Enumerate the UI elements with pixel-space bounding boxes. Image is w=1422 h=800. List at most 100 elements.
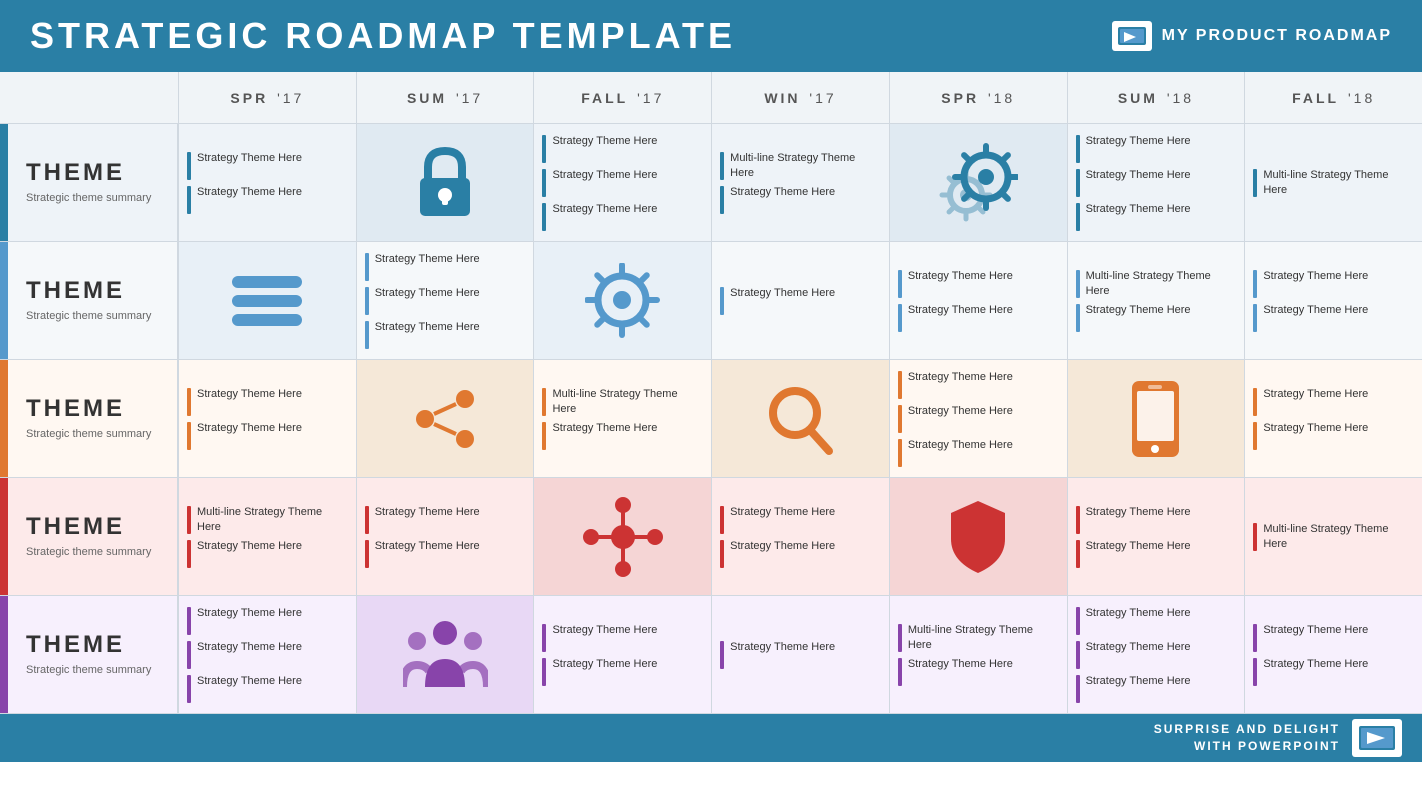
bullet-list-3-5: Strategy Theme HereStrategy Theme Here bbox=[1076, 505, 1237, 568]
bullet-text: Multi-line Strategy Theme Here bbox=[1263, 168, 1414, 198]
row-accent-3 bbox=[0, 478, 8, 595]
bullet-item: Strategy Theme Here bbox=[1076, 640, 1237, 669]
bullet-bar bbox=[1253, 304, 1257, 332]
bullet-text: Strategy Theme Here bbox=[197, 640, 302, 655]
bullet-bar bbox=[542, 422, 546, 450]
bullet-bar bbox=[365, 506, 369, 534]
grid-row-4: THEMEStrategic theme summaryStrategy The… bbox=[0, 596, 1422, 714]
bullet-text: Strategy Theme Here bbox=[552, 623, 657, 638]
bullet-item: Strategy Theme Here bbox=[187, 421, 348, 450]
grid-cell-0-2: Strategy Theme HereStrategy Theme HereSt… bbox=[533, 124, 711, 241]
bullet-item: Strategy Theme Here bbox=[187, 674, 348, 703]
col-header-sum18: SUM '18 bbox=[1067, 72, 1245, 123]
row-label-0: THEMEStrategic theme summary bbox=[0, 124, 178, 241]
bullet-text: Strategy Theme Here bbox=[1086, 202, 1191, 217]
bullet-text: Strategy Theme Here bbox=[730, 505, 835, 520]
bullet-bar bbox=[1253, 624, 1257, 652]
bullet-item: Strategy Theme Here bbox=[542, 623, 703, 652]
grid-row-3: THEMEStrategic theme summaryMulti-line S… bbox=[0, 478, 1422, 596]
brand-label: MY PRODUCT ROADMAP bbox=[1162, 27, 1392, 45]
bullet-item: Strategy Theme Here bbox=[542, 168, 703, 197]
grid-cell-3-6: Multi-line Strategy Theme Here bbox=[1244, 478, 1422, 595]
bullet-bar bbox=[720, 287, 724, 315]
grid-row-2: THEMEStrategic theme summaryStrategy The… bbox=[0, 360, 1422, 478]
bullet-text: Strategy Theme Here bbox=[908, 438, 1013, 453]
bullet-item: Strategy Theme Here bbox=[1253, 657, 1414, 686]
bullet-bar bbox=[365, 540, 369, 568]
grid-row-1: THEMEStrategic theme summary Strategy Th… bbox=[0, 242, 1422, 360]
bullet-text: Multi-line Strategy Theme Here bbox=[730, 151, 881, 181]
grid-cell-1-3: Strategy Theme Here bbox=[711, 242, 889, 359]
bullet-bar bbox=[187, 540, 191, 568]
bullet-text: Strategy Theme Here bbox=[197, 539, 302, 554]
bullet-bar bbox=[1253, 523, 1257, 551]
bullet-text: Strategy Theme Here bbox=[1263, 421, 1368, 436]
icon-share-wrapper bbox=[365, 368, 526, 469]
grid-cell-3-2 bbox=[533, 478, 711, 595]
bullet-bar bbox=[1253, 422, 1257, 450]
bullet-item: Strategy Theme Here bbox=[365, 252, 526, 281]
bullet-item: Strategy Theme Here bbox=[720, 185, 881, 214]
bullet-text: Strategy Theme Here bbox=[197, 387, 302, 402]
bullet-list-3-6: Multi-line Strategy Theme Here bbox=[1253, 522, 1414, 552]
bullet-text: Strategy Theme Here bbox=[552, 202, 657, 217]
bullet-item: Strategy Theme Here bbox=[1076, 168, 1237, 197]
bullet-item: Strategy Theme Here bbox=[720, 286, 881, 315]
bullet-item: Strategy Theme Here bbox=[542, 202, 703, 231]
grid-cell-0-3: Multi-line Strategy Theme Here Strategy T… bbox=[711, 124, 889, 241]
bullet-text: Strategy Theme Here bbox=[1263, 623, 1368, 638]
bullet-item: Multi-line Strategy Theme Here bbox=[1076, 269, 1237, 299]
row-title-2: THEME bbox=[12, 395, 165, 423]
bullet-item: Strategy Theme Here bbox=[1076, 303, 1237, 332]
bullet-bar bbox=[187, 152, 191, 180]
bullet-bar bbox=[1253, 388, 1257, 416]
bullet-item: Strategy Theme Here bbox=[1076, 606, 1237, 635]
bullet-bar bbox=[1076, 203, 1080, 231]
row-accent-0 bbox=[0, 124, 8, 241]
row-accent-2 bbox=[0, 360, 8, 477]
bullet-item: Strategy Theme Here bbox=[187, 151, 348, 180]
bullet-bar bbox=[187, 607, 191, 635]
grid-row-0: THEMEStrategic theme summaryStrategy The… bbox=[0, 124, 1422, 242]
bullet-bar bbox=[898, 304, 902, 332]
bullet-bar bbox=[365, 321, 369, 349]
icon-hub-wrapper bbox=[542, 486, 703, 587]
bullet-text: Multi-line Strategy Theme Here bbox=[552, 387, 703, 417]
bullet-bar bbox=[898, 270, 902, 298]
bullet-text: Strategy Theme Here bbox=[730, 640, 835, 655]
icon-people-wrapper bbox=[365, 604, 526, 705]
grid-cell-1-1: Strategy Theme HereStrategy Theme HereSt… bbox=[356, 242, 534, 359]
bullet-item: Multi-line Strategy Theme Here bbox=[542, 387, 703, 417]
row-label-1: THEMEStrategic theme summary bbox=[0, 242, 178, 359]
bullet-text: Strategy Theme Here bbox=[197, 151, 302, 166]
bullet-bar bbox=[898, 371, 902, 399]
bullet-text: Multi-line Strategy Theme Here bbox=[1086, 269, 1237, 299]
bullet-item: Strategy Theme Here bbox=[542, 657, 703, 686]
brand-icon bbox=[1112, 21, 1152, 51]
bullet-text: Strategy Theme Here bbox=[375, 320, 480, 335]
bullet-bar bbox=[898, 405, 902, 433]
bullet-text: Multi-line Strategy Theme Here bbox=[1263, 522, 1414, 552]
footer: SURPRISE AND DELIGHT WITH POWERPOINT bbox=[0, 714, 1422, 762]
icon-phone-wrapper bbox=[1076, 368, 1237, 469]
icon-settings-wrapper bbox=[542, 250, 703, 351]
bullet-item: Multi-line Strategy Theme Here bbox=[1253, 168, 1414, 198]
grid-cell-2-2: Multi-line Strategy Theme HereStrategy T… bbox=[533, 360, 711, 477]
bullet-item: Strategy Theme Here bbox=[1253, 421, 1414, 450]
bullet-text: Strategy Theme Here bbox=[730, 185, 835, 200]
bullet-list-0-3: Multi-line Strategy Theme Here Strategy T… bbox=[720, 151, 881, 215]
grid-cell-4-3: Strategy Theme Here bbox=[711, 596, 889, 713]
bullet-item: Multi-line Strategy Theme Here bbox=[720, 151, 881, 181]
icon-lock-wrapper bbox=[365, 132, 526, 233]
row-title-0: THEME bbox=[12, 159, 165, 187]
col-header-spr18: SPR '18 bbox=[889, 72, 1067, 123]
bullet-bar bbox=[898, 624, 902, 652]
row-accent-1 bbox=[0, 242, 8, 359]
bullet-list-2-4: Strategy Theme HereStrategy Theme HereSt… bbox=[898, 370, 1059, 467]
bullet-text: Strategy Theme Here bbox=[908, 303, 1013, 318]
bullet-item: Multi-line Strategy Theme Here bbox=[1253, 522, 1414, 552]
grid-cell-1-5: Multi-line Strategy Theme Here Strategy T… bbox=[1067, 242, 1245, 359]
grid-cell-0-0: Strategy Theme HereStrategy Theme Here bbox=[178, 124, 356, 241]
bullet-text: Strategy Theme Here bbox=[197, 674, 302, 689]
bullet-bar bbox=[187, 675, 191, 703]
